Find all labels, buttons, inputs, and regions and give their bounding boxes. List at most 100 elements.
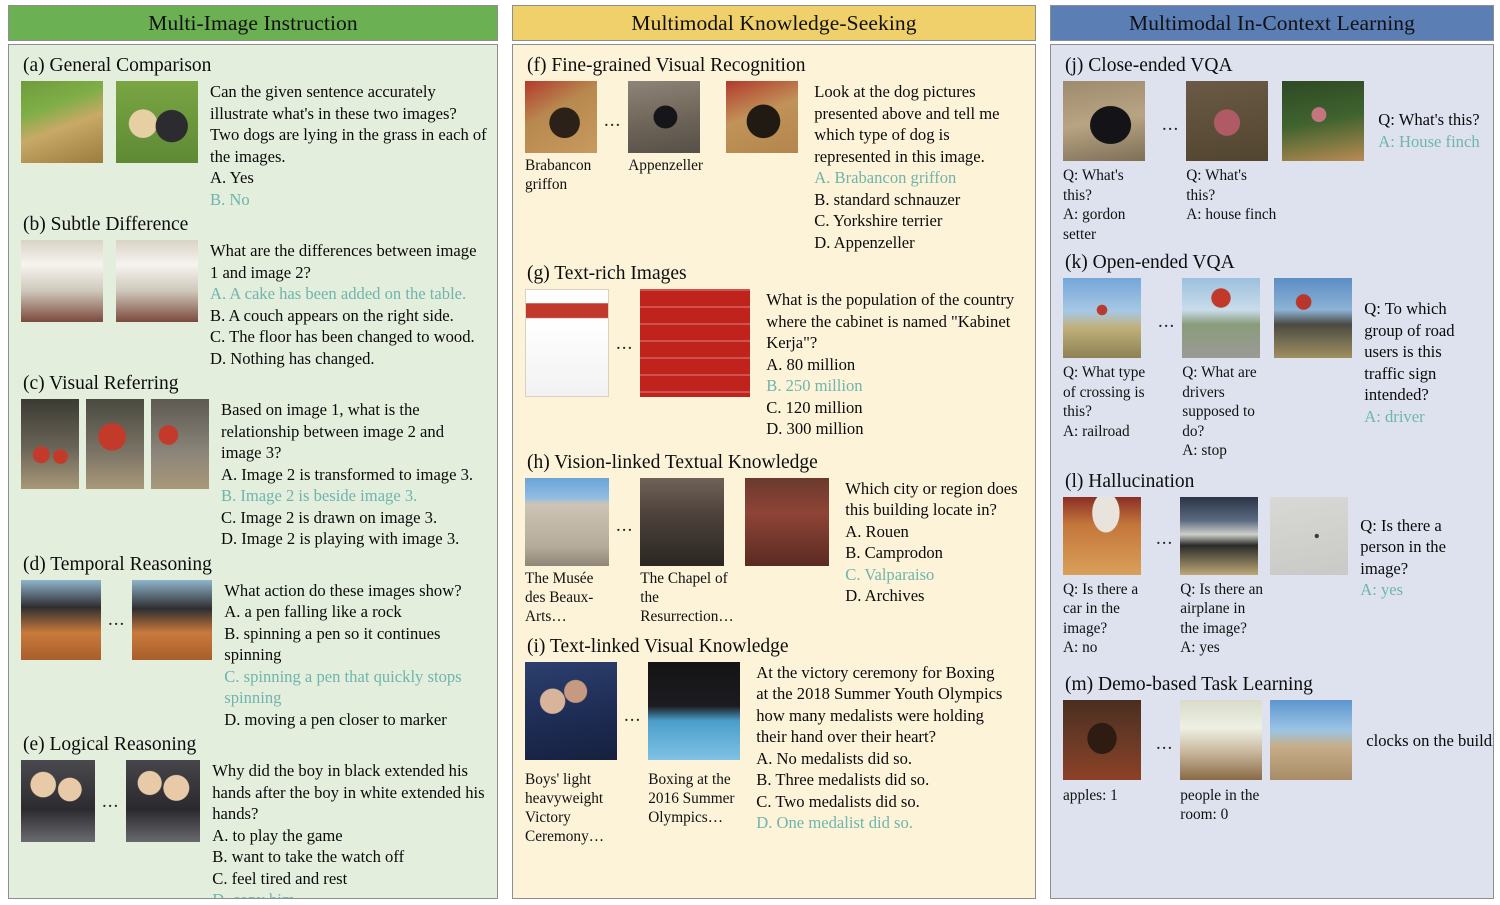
- image-musee-des-beaux-arts: [525, 477, 609, 566]
- query-question: Q: Is there a person in the image?: [1360, 515, 1446, 578]
- option-b: B. A couch appears on the right side.: [210, 305, 454, 325]
- ellipsis-icon: ...: [1156, 732, 1174, 754]
- image-airport-tarmac: [1180, 496, 1259, 575]
- qa-block: Why did the boy in black extended his ha…: [212, 760, 487, 898]
- option-c: C. The floor has been changed to wood.: [210, 327, 475, 346]
- image-query-dog: [726, 81, 799, 153]
- option-a: A. 80 million: [766, 354, 856, 374]
- image-query-church-interior: [745, 477, 830, 566]
- thumbnail-strip: Brabancon griffon ... Appenzeller: [525, 81, 799, 194]
- option-b: B. Camprodon: [845, 543, 943, 562]
- image-brabancon-griffon: [525, 81, 597, 153]
- query-label: clocks on the building:: [1366, 730, 1493, 750]
- demo-answer: A: no: [1063, 639, 1098, 656]
- option-c: C. 120 million: [766, 397, 863, 417]
- qa-block: What are the differences between image 1…: [210, 240, 487, 369]
- image-elephants-group: [21, 399, 79, 489]
- option-d: D. Archives: [845, 586, 925, 605]
- thumbnail-with-caption: The Musée des Beaux-Arts…: [525, 477, 609, 626]
- column-multimodal-knowledge-seeking: Multimodal Knowledge-Seeking (f) Fine-gr…: [504, 0, 1042, 905]
- column-title: Multi-Image Instruction: [148, 10, 358, 35]
- section-title: (a) General Comparison: [23, 55, 212, 76]
- demo-item: Q: What's this? A: gordon setter: [1063, 81, 1155, 244]
- section-logical-reasoning: (e) Logical Reasoning ... Why did the bo…: [21, 734, 487, 898]
- question-text: What is the population of the country wh…: [766, 290, 1015, 352]
- option-b: B. standard schnauzer: [814, 189, 961, 209]
- thumbnail-caption: Boxing at the 2016 Summer Olympics…: [648, 770, 735, 826]
- section-vision-linked-textual-knowledge: (h) Vision-linked Textual Knowledge The …: [525, 452, 1025, 626]
- qa-block: What is the population of the country wh…: [766, 289, 1016, 440]
- option-b: B. No: [210, 189, 250, 209]
- section-title: (j) Close-ended VQA: [1065, 55, 1233, 76]
- section-visual-referring: (c) Visual Referring Based on image 1, w…: [21, 373, 487, 550]
- demo-question: Q: What type of crossing is this?: [1063, 364, 1146, 420]
- query-answer: A: yes: [1360, 580, 1404, 599]
- option-a: A. to play the game: [212, 825, 343, 845]
- demo-answer: A: gordon setter: [1063, 206, 1126, 243]
- qa-block: What action do these images show? A. a p…: [224, 580, 487, 731]
- image-dogs-puppies: [21, 81, 103, 163]
- ellipsis-icon: ...: [604, 110, 622, 131]
- image-clock-tower: [1270, 699, 1353, 780]
- thumbnail-strip: [21, 240, 198, 322]
- column-title: Multimodal Knowledge-Seeking: [631, 10, 917, 35]
- option-d: D. Appenzeller: [814, 232, 915, 252]
- option-d: D. copy him: [212, 889, 487, 898]
- ellipsis-icon: ...: [616, 332, 634, 354]
- option-d: D. Nothing has changed.: [210, 348, 375, 368]
- image-pizza-plate: [1063, 496, 1141, 575]
- thumbnail-with-caption: Appenzeller: [628, 81, 718, 175]
- thumbnail-with-caption: Boys' light heavyweight Victory Ceremony…: [525, 661, 617, 846]
- ellipsis-icon: ...: [1156, 527, 1174, 549]
- query-item: [1274, 278, 1353, 358]
- thumbnail-caption: Brabancon griffon: [525, 157, 592, 193]
- section-title: (l) Hallucination: [1065, 470, 1195, 492]
- image-house-finch-query: [1282, 81, 1365, 161]
- thumbnail-strip: ...: [21, 579, 213, 660]
- query-question: Q: What's this?: [1378, 110, 1480, 129]
- column-multimodal-in-context-learning: Multimodal In-Context Learning (j) Close…: [1042, 0, 1500, 905]
- section-temporal-reasoning: (d) Temporal Reasoning ... What action d…: [21, 554, 487, 731]
- section-close-ended-vqa: (j) Close-ended VQA Q: What's this? A: g…: [1063, 55, 1483, 244]
- option-a: A. Yes: [210, 168, 254, 187]
- image-elephant-closeup: [151, 399, 209, 489]
- image-living-room: [1180, 699, 1263, 780]
- demo-answer: A: stop: [1182, 442, 1227, 459]
- column-multi-image-instruction: Multi-Image Instruction (a) General Comp…: [0, 0, 504, 905]
- query-qa-block: clocks on the building: 1: [1366, 730, 1493, 752]
- question-text: Based on image 1, what is the relationsh…: [221, 400, 445, 462]
- thumbnail-with-caption: Boxing at the 2016 Summer Olympics…: [648, 661, 741, 827]
- demo-item: Q: What type of crossing is this? A: rai…: [1063, 278, 1151, 441]
- query-qa-block: Q: To which group of road users is this …: [1364, 298, 1483, 427]
- thumbnail-with-caption: The Chapel of the Resurrection…: [640, 477, 735, 626]
- ellipsis-icon: ...: [102, 790, 120, 812]
- question-text: What are the differences between image 1…: [210, 241, 477, 282]
- image-house-finch-demo: [1186, 81, 1269, 161]
- section-title: (k) Open-ended VQA: [1065, 252, 1235, 273]
- thumbnail-strip: Q: What type of crossing is this? A: rai…: [1063, 278, 1353, 461]
- option-c: C. Image 2 is drawn on image 3.: [221, 507, 438, 527]
- demo-answer: A: yes: [1180, 639, 1220, 656]
- section-title: (c) Visual Referring: [23, 373, 179, 394]
- demo-label: people in the room: 0: [1180, 786, 1260, 824]
- ellipsis-icon: ...: [1162, 114, 1180, 135]
- thumbnail-strip: ...: [21, 760, 201, 842]
- section-title: (f) Fine-grained Visual Recognition: [527, 55, 806, 76]
- ellipsis-icon: ...: [616, 514, 634, 536]
- section-text-rich-images: (g) Text-rich Images ... What is the pop…: [525, 263, 1025, 440]
- query-qa-block: Q: Is there a person in the image? A: ye…: [1360, 515, 1483, 601]
- image-two-dogs-grass: [116, 81, 198, 163]
- image-indonesia-infographic: [640, 289, 751, 397]
- query-item: [1270, 699, 1353, 780]
- thumbnail-with-caption: [726, 81, 799, 153]
- demo-item: Q: Is there an airplane in the image? A:…: [1180, 496, 1266, 658]
- image-bedroom-2: [116, 240, 198, 322]
- section-title: (e) Logical Reasoning: [23, 734, 197, 755]
- section-demo-based-task-learning: (m) Demo-based Task Learning apples: 1 .…: [1063, 674, 1493, 825]
- thumbnail-caption: Boys' light heavyweight Victory Ceremony…: [525, 770, 605, 845]
- column-header-multimodal-in-context-learning: Multimodal In-Context Learning: [1050, 5, 1494, 41]
- image-victory-ceremony: [525, 661, 617, 760]
- query-answer: A: driver: [1364, 406, 1425, 426]
- column-title: Multimodal In-Context Learning: [1128, 10, 1416, 35]
- section-title: (i) Text-linked Visual Knowledge: [527, 635, 789, 657]
